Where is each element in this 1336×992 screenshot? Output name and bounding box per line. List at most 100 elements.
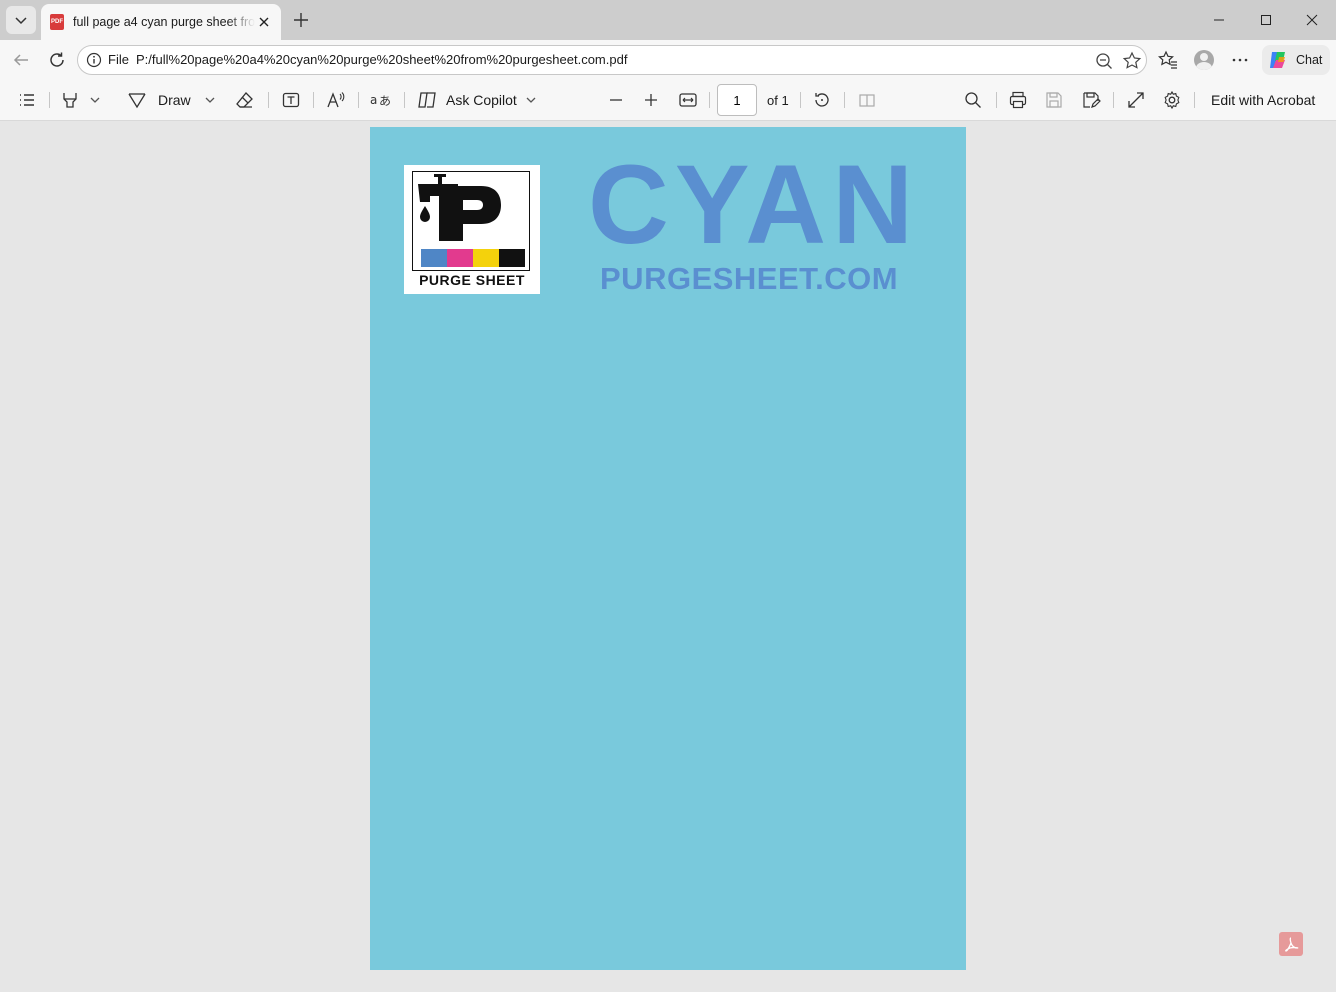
svg-text:あ: あ: [379, 94, 391, 108]
logo-frame: [412, 171, 530, 271]
chat-label: Chat: [1296, 53, 1323, 67]
minus-icon: [610, 99, 622, 101]
zoom-in-button[interactable]: [641, 88, 661, 112]
highlight-options-dropdown[interactable]: [89, 88, 101, 112]
new-tab-button[interactable]: [290, 9, 312, 31]
copilot-logo-icon: [1270, 52, 1285, 68]
draw-pen-icon: [128, 93, 146, 109]
tab-strip: PDF full page a4 cyan purge sheet from p…: [0, 0, 1336, 40]
info-icon[interactable]: [86, 52, 102, 68]
logo-caption: PURGE SHEET: [419, 272, 525, 288]
tab-title: full page a4 cyan purge sheet from purge…: [73, 15, 255, 29]
search-icon: [965, 92, 981, 108]
page-count-label: of 1: [767, 93, 789, 108]
pdf-viewer[interactable]: PURGE SHEET CYAN PURGESHEET.COM: [0, 121, 1336, 992]
translate-icon: aあ: [370, 93, 391, 108]
contents-button[interactable]: [17, 88, 37, 112]
save-as-button[interactable]: [1081, 88, 1101, 112]
rotate-icon: [815, 93, 829, 107]
edit-acrobat-label: Edit with Acrobat: [1211, 92, 1316, 108]
highlighter-icon: [63, 93, 77, 108]
refresh-button[interactable]: [43, 46, 71, 74]
save-disk-icon: [1046, 92, 1062, 108]
ask-copilot-label: Ask Copilot: [446, 92, 517, 108]
highlight-button[interactable]: [60, 88, 80, 112]
pdf-toolbar: Draw aあ Ask Copilot of 1: [0, 80, 1336, 121]
chevron-down-icon: [15, 17, 27, 25]
chevron-down-icon: [526, 97, 536, 103]
translate-button[interactable]: aあ: [370, 88, 392, 112]
back-button[interactable]: [7, 46, 35, 74]
print-button[interactable]: [1008, 88, 1028, 112]
url-scheme-label: File: [108, 52, 129, 67]
document-title: CYAN: [588, 142, 920, 267]
full-screen-button[interactable]: [1126, 88, 1146, 112]
zoom-out-button[interactable]: [606, 88, 626, 112]
draw-button[interactable]: Draw: [127, 88, 191, 112]
active-tab[interactable]: PDF full page a4 cyan purge sheet from p…: [41, 4, 281, 40]
plus-icon: [645, 94, 657, 106]
close-window-button[interactable]: [1289, 0, 1335, 40]
refresh-icon: [50, 52, 64, 67]
settings-more-button[interactable]: [1226, 46, 1254, 74]
read-aloud-button[interactable]: [326, 88, 346, 112]
toolbar-divider: [49, 92, 50, 108]
toolbar-divider: [358, 92, 359, 108]
favorites-icon: [1158, 50, 1177, 69]
close-icon: [259, 17, 269, 27]
svg-text:a: a: [370, 93, 377, 107]
zoom-out-icon[interactable]: [1094, 51, 1114, 71]
draw-options-dropdown[interactable]: [204, 88, 216, 112]
minimize-button[interactable]: [1196, 0, 1242, 40]
acrobat-badge[interactable]: [1279, 932, 1303, 956]
printer-icon: [1009, 91, 1027, 109]
maximize-icon: [1261, 15, 1271, 25]
save-as-icon: [1083, 92, 1101, 108]
toolbar-divider: [1194, 92, 1195, 108]
url-text[interactable]: P:/full%20page%20a4%20cyan%20purge%20she…: [136, 52, 627, 67]
save-button[interactable]: [1044, 88, 1064, 112]
toolbar-divider: [404, 92, 405, 108]
draw-label: Draw: [158, 92, 191, 108]
tab-actions-menu-button[interactable]: [6, 6, 36, 34]
tab-close-button[interactable]: [255, 13, 273, 31]
more-dots-icon: [1232, 58, 1248, 62]
pdf-page: PURGE SHEET CYAN PURGESHEET.COM: [370, 127, 966, 970]
toolbar-divider: [844, 92, 845, 108]
faucet-p-logo-icon: [418, 174, 525, 267]
erase-button[interactable]: [235, 88, 255, 112]
toolbar-divider: [313, 92, 314, 108]
maximize-button[interactable]: [1243, 0, 1289, 40]
purge-sheet-logo: PURGE SHEET: [404, 165, 540, 294]
page-view-button[interactable]: [857, 88, 877, 112]
address-bar[interactable]: File P:/full%20page%20a4%20cyan%20purge%…: [77, 45, 1147, 75]
pdf-file-icon: PDF: [50, 14, 64, 30]
pdf-settings-button[interactable]: [1162, 88, 1182, 112]
toolbar-divider: [800, 92, 801, 108]
rotate-button[interactable]: [812, 88, 832, 112]
read-aloud-icon: [327, 92, 345, 108]
copilot-options-dropdown[interactable]: [525, 88, 537, 112]
find-button[interactable]: [963, 88, 983, 112]
avatar: [1194, 50, 1214, 70]
toolbar-divider: [1113, 92, 1114, 108]
page-number-input[interactable]: [717, 84, 757, 116]
plus-icon: [294, 13, 308, 27]
table-of-contents-icon: [20, 94, 34, 106]
add-text-button[interactable]: [281, 88, 301, 112]
fit-width-icon: [679, 93, 697, 107]
eraser-icon: [236, 92, 253, 108]
favorite-star-icon[interactable]: [1122, 51, 1142, 71]
acrobat-icon: [1285, 937, 1299, 952]
copilot-chat-button[interactable]: Chat: [1262, 45, 1330, 75]
minimize-icon: [1214, 19, 1224, 21]
edit-with-acrobat-button[interactable]: Edit with Acrobat: [1211, 88, 1315, 112]
expand-icon: [1128, 92, 1144, 108]
close-icon: [1306, 14, 1318, 26]
favorites-button[interactable]: [1154, 46, 1182, 74]
fit-to-width-button[interactable]: [678, 88, 698, 112]
back-arrow-icon: [13, 54, 28, 66]
toolbar-divider: [268, 92, 269, 108]
profile-button[interactable]: [1190, 46, 1218, 74]
ask-copilot-button[interactable]: Ask Copilot: [417, 88, 517, 112]
